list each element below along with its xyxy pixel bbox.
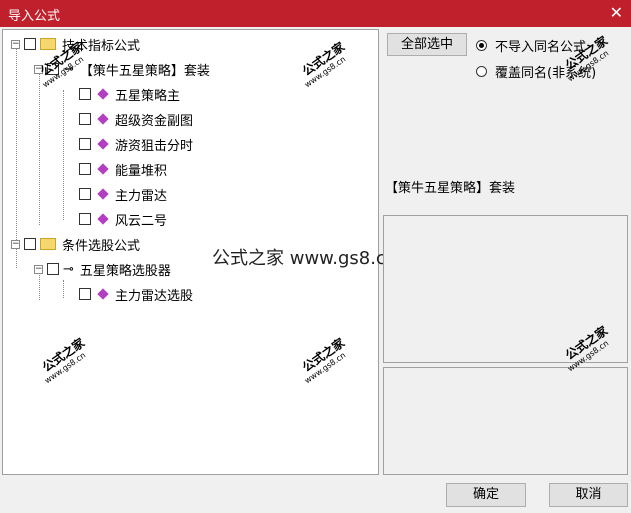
tree-group-stock-picking[interactable]: − 条件选股公式 <box>11 234 140 254</box>
checkbox[interactable] <box>79 288 91 300</box>
tree-item[interactable]: 游资狙击分时 <box>79 134 193 154</box>
formula-icon <box>97 288 109 300</box>
tree-item-label: 能量堆积 <box>115 163 168 179</box>
tree-item-label: 主力雷达 <box>115 188 168 204</box>
checkbox[interactable] <box>79 113 91 125</box>
formula-icon <box>97 113 109 125</box>
checkbox[interactable] <box>24 38 36 50</box>
title-bar: 导入公式 ✕ <box>0 0 631 27</box>
collapse-icon[interactable]: − <box>11 239 20 249</box>
cancel-button[interactable]: 取消 <box>549 483 628 507</box>
folder-icon <box>40 238 56 250</box>
tree-item[interactable]: 能量堆积 <box>79 159 167 179</box>
radio-skip-same-name[interactable]: 不导入同名公式 <box>476 36 586 55</box>
formula-icon <box>97 88 109 100</box>
tree-line <box>39 70 40 225</box>
tree-item[interactable]: 五星策略主 <box>79 84 180 104</box>
tree-item-label: 主力雷达选股 <box>115 288 194 304</box>
checkbox[interactable] <box>79 188 91 200</box>
collapse-icon[interactable]: − <box>11 39 20 49</box>
tree-group-label: 条件选股公式 <box>62 238 141 254</box>
folder-icon <box>40 38 56 50</box>
radio-skip-label: 不导入同名公式 <box>495 40 587 55</box>
close-icon[interactable]: ✕ <box>610 3 623 22</box>
checkbox[interactable] <box>79 163 91 175</box>
tree-item-label: 超级资金副图 <box>115 113 194 129</box>
formula-icon <box>97 213 109 225</box>
tree-item[interactable]: 超级资金副图 <box>79 109 193 129</box>
formula-icon <box>97 188 109 200</box>
center-watermark: 公式之家 www.gs8.cn <box>212 248 398 269</box>
checkbox[interactable] <box>24 238 36 250</box>
selected-name: 【策牛五星策略】套装 <box>385 181 516 196</box>
tree-suite-label: 五星策略选股器 <box>79 263 171 279</box>
radio-unchecked-icon[interactable] <box>476 66 487 77</box>
watermark: 公式之家 www.gs8.cn <box>299 335 348 386</box>
details-panel <box>383 367 628 475</box>
watermark: 公式之家 www.gs8.cn <box>299 39 348 90</box>
formula-icon <box>97 163 109 175</box>
radio-checked-icon[interactable] <box>476 40 487 51</box>
checkbox[interactable] <box>79 213 91 225</box>
tree-line <box>63 90 64 220</box>
selected-info-panel: 【策牛五星策略】套装 <box>383 171 627 211</box>
window-title: 导入公式 <box>8 9 61 24</box>
tree-item[interactable]: 风云二号 <box>79 209 167 229</box>
checkbox[interactable] <box>79 138 91 150</box>
select-all-button[interactable]: 全部选中 <box>387 33 467 56</box>
ok-button[interactable]: 确定 <box>446 483 526 507</box>
key-icon: ⊸ <box>63 261 74 277</box>
tree-item[interactable]: 主力雷达 <box>79 184 167 204</box>
tree-line <box>63 280 64 298</box>
checkbox[interactable] <box>79 88 91 100</box>
tree-item[interactable]: 主力雷达选股 <box>79 284 193 304</box>
formula-icon <box>97 138 109 150</box>
watermark: 公式之家 www.gs8.cn <box>39 335 88 386</box>
tree-suite[interactable]: − ⊸ 五星策略选股器 <box>34 259 171 279</box>
tree-item-label: 游资狙击分时 <box>115 138 194 154</box>
tree-suite-label: 【策牛五星策略】套装 <box>79 63 210 79</box>
checkbox[interactable] <box>47 263 59 275</box>
tree-item-label: 风云二号 <box>115 213 168 229</box>
tree-item-label: 五星策略主 <box>115 88 181 104</box>
collapse-icon[interactable]: − <box>34 264 43 274</box>
